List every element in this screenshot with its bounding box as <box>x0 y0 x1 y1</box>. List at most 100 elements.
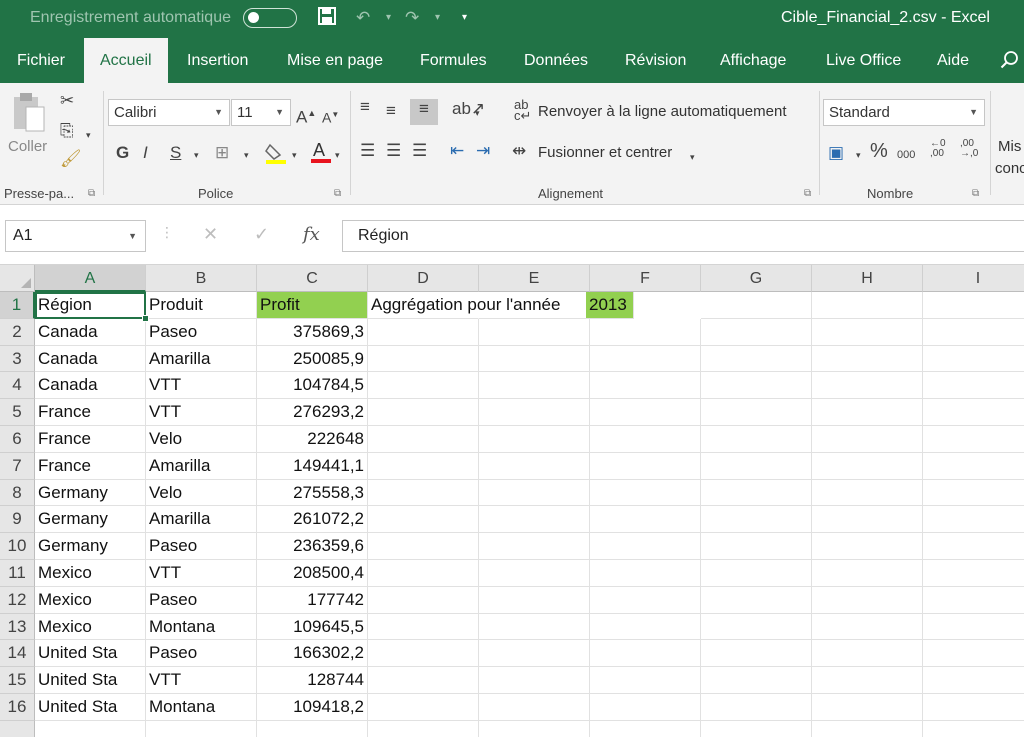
cell-product[interactable]: Velo <box>146 426 257 453</box>
column-header-c[interactable]: C <box>257 265 368 292</box>
undo-dropdown-icon[interactable]: ▾ <box>386 7 391 29</box>
autosave-toggle[interactable] <box>243 8 297 28</box>
table-cell[interactable] <box>923 346 1024 373</box>
percent-button[interactable]: % <box>870 141 888 161</box>
table-cell[interactable] <box>701 560 812 587</box>
cell-product[interactable]: Paseo <box>146 533 257 560</box>
align-bottom-icon[interactable]: ≡ <box>410 99 438 125</box>
table-cell[interactable] <box>812 452 923 480</box>
table-cell[interactable] <box>701 426 812 453</box>
table-cell[interactable] <box>701 318 812 346</box>
table-cell[interactable] <box>146 720 257 737</box>
table-cell[interactable] <box>479 345 590 373</box>
table-cell[interactable] <box>923 426 1024 453</box>
cell-region[interactable]: France <box>35 399 146 426</box>
font-name-select[interactable]: Calibri ▼ <box>108 99 230 126</box>
row-header[interactable]: 12 <box>0 586 35 614</box>
table-cell[interactable] <box>590 694 701 721</box>
borders-icon[interactable]: ⊞ <box>215 143 229 163</box>
table-cell[interactable] <box>479 667 590 694</box>
cell-region[interactable]: Germany <box>35 533 146 560</box>
table-cell[interactable] <box>701 506 812 534</box>
table-cell[interactable] <box>590 613 701 641</box>
cell-product[interactable]: Montana <box>146 694 257 721</box>
redo-icon[interactable]: ↷ <box>405 7 419 29</box>
orientation-icon[interactable]: ab↗ <box>452 99 485 119</box>
column-header-h[interactable]: H <box>812 265 923 292</box>
cell-profit[interactable]: 275558,3 <box>257 479 368 507</box>
table-cell[interactable] <box>812 586 923 614</box>
conditional-format-label-cutoff[interactable]: Mis <box>998 138 1021 155</box>
cell-profit[interactable]: 250085,9 <box>257 345 368 373</box>
table-cell[interactable] <box>590 399 701 426</box>
copy-dropdown-icon[interactable]: ▾ <box>86 125 91 145</box>
italic-button[interactable]: I <box>143 143 148 163</box>
table-cell[interactable] <box>368 345 479 373</box>
row-header[interactable] <box>0 720 35 737</box>
tab-aide[interactable]: Aide <box>937 38 969 83</box>
table-cell[interactable] <box>812 640 923 668</box>
align-center-icon[interactable]: ☰ <box>386 141 401 161</box>
cell-b1[interactable]: Produit <box>146 292 257 319</box>
cell-product[interactable]: Amarilla <box>146 345 257 373</box>
table-cell[interactable] <box>479 533 590 560</box>
cell-profit[interactable]: 261072,2 <box>257 506 368 534</box>
cell-a1[interactable]: Région <box>35 292 146 319</box>
decrease-indent-icon[interactable]: ⇤ <box>450 141 464 161</box>
table-cell[interactable] <box>368 426 479 453</box>
table-cell[interactable] <box>701 586 812 614</box>
table-cell[interactable] <box>590 426 701 453</box>
insert-function-icon[interactable]: fx <box>303 224 320 245</box>
column-header-g[interactable]: G <box>701 265 812 292</box>
table-cell[interactable] <box>812 372 923 400</box>
cell-product[interactable]: Montana <box>146 613 257 641</box>
table-cell[interactable] <box>590 640 701 668</box>
cell-region[interactable]: Canada <box>35 345 146 373</box>
thousands-button[interactable]: 000 <box>897 145 915 165</box>
cell-region[interactable]: Canada <box>35 372 146 400</box>
column-header-i[interactable]: I <box>923 265 1024 292</box>
cell-product[interactable]: VTT <box>146 560 257 587</box>
table-cell[interactable] <box>812 399 923 426</box>
table-cell[interactable] <box>812 720 923 737</box>
table-cell[interactable] <box>923 640 1024 668</box>
cell-profit[interactable]: 109418,2 <box>257 694 368 721</box>
cell-region[interactable]: United Sta <box>35 694 146 721</box>
cut-icon[interactable]: ✂ <box>60 91 74 111</box>
number-format-select[interactable]: Standard ▼ <box>823 99 985 126</box>
table-cell[interactable] <box>35 720 146 737</box>
table-cell[interactable] <box>479 372 590 400</box>
cell-product[interactable]: VTT <box>146 372 257 400</box>
table-cell[interactable] <box>701 533 812 560</box>
orientation-dropdown-icon[interactable]: ▾ <box>475 103 480 123</box>
cell-region[interactable]: United Sta <box>35 667 146 694</box>
tab-live-office[interactable]: Live Office <box>826 38 901 83</box>
row-header[interactable]: 5 <box>0 399 35 426</box>
row-header[interactable]: 13 <box>0 613 35 641</box>
table-cell[interactable] <box>368 506 479 534</box>
cell-c1[interactable]: Profit <box>257 292 368 319</box>
table-cell[interactable] <box>368 372 479 400</box>
align-top-icon[interactable]: ≡ <box>360 97 370 117</box>
row-header[interactable]: 11 <box>0 560 35 587</box>
table-cell[interactable] <box>923 667 1024 694</box>
table-cell[interactable] <box>812 667 923 694</box>
row-header[interactable]: 7 <box>0 452 35 480</box>
cell-region[interactable]: Germany <box>35 506 146 534</box>
table-cell[interactable] <box>590 560 701 587</box>
cell-product[interactable]: VTT <box>146 399 257 426</box>
cell-region[interactable]: France <box>35 452 146 480</box>
table-cell[interactable] <box>701 640 812 668</box>
cell-profit[interactable]: 128744 <box>257 667 368 694</box>
cell-region[interactable]: Mexico <box>35 586 146 614</box>
table-cell[interactable] <box>923 453 1024 480</box>
table-cell[interactable] <box>590 667 701 694</box>
merge-center-button[interactable]: Fusionner et centrer <box>538 144 672 161</box>
table-cell[interactable] <box>368 318 479 346</box>
align-left-icon[interactable]: ☰ <box>360 141 375 161</box>
cell-e1[interactable] <box>479 292 590 319</box>
table-cell[interactable] <box>368 640 479 668</box>
cell-product[interactable]: Velo <box>146 479 257 507</box>
row-header[interactable]: 2 <box>0 318 35 346</box>
table-cell[interactable] <box>701 720 812 737</box>
